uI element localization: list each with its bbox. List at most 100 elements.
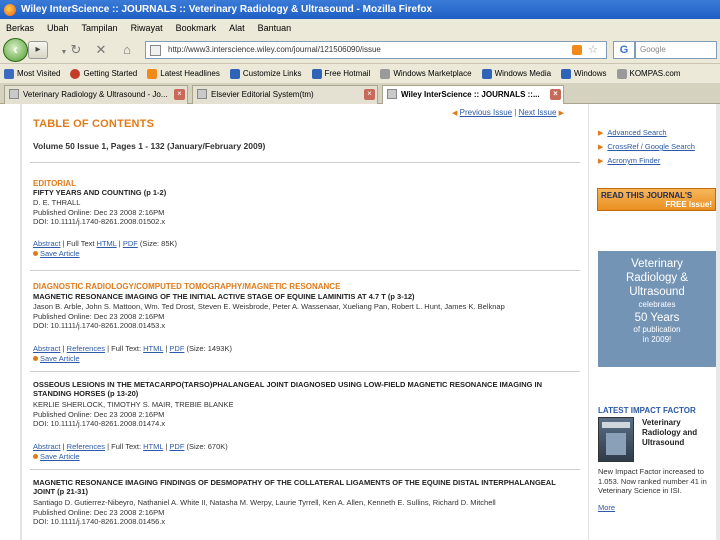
stop-button[interactable]: ✕: [91, 41, 111, 59]
page-icon: [380, 68, 391, 79]
bookmark-latest-headlines[interactable]: Latest Headlines: [147, 68, 220, 79]
save-article-link[interactable]: Save Article: [33, 452, 80, 461]
site-identity-icon[interactable]: [150, 45, 161, 56]
menu-item-alat[interactable]: Alat: [229, 23, 245, 33]
article-published-date: Published Online: Dec 23 2008 2:16PM: [33, 311, 165, 321]
article-title-text: FIFTY YEARS AND COUNTING (p 1-2): [33, 188, 167, 197]
link-separator: |: [62, 344, 65, 353]
home-button[interactable]: ⌂: [117, 41, 137, 59]
search-input[interactable]: Google: [635, 41, 717, 59]
window-title: Wiley InterScience :: JOURNALS :: Veteri…: [21, 4, 433, 15]
pdf-link[interactable]: PDF: [169, 344, 184, 353]
article-authors: D. E. THRALL: [33, 198, 81, 207]
close-tab-icon[interactable]: ×: [550, 89, 561, 100]
rss-feed-icon[interactable]: [572, 45, 582, 55]
search-engine-selector[interactable]: G: [613, 41, 635, 59]
pdf-link[interactable]: PDF: [123, 239, 138, 248]
article-divider: [30, 469, 580, 470]
html-link[interactable]: HTML: [97, 239, 117, 248]
address-bar[interactable]: http://www3.interscience.wiley.com/journ…: [145, 41, 607, 59]
article-doi: DOI: 10.1111/j.1740-8261.2008.01453.x: [33, 321, 166, 330]
article-title[interactable]: MAGNETIC RESONANCE IMAGING FINDINGS OF D…: [33, 478, 573, 496]
page-icon: [616, 68, 627, 79]
article-published-date: Published Online: Dec 23 2008 2:16PM: [33, 409, 165, 419]
save-article-label: Save Article: [40, 354, 80, 363]
bookmark-getting-started[interactable]: Getting Started: [70, 68, 138, 79]
abstract-link[interactable]: Abstract: [33, 442, 61, 451]
advanced-search-link[interactable]: ▶ Advanced Search: [598, 128, 667, 137]
ad-line-7: in 2009!: [642, 335, 672, 344]
article-doi: DOI: 10.1111/j.1740-8261.2008.01474.x: [33, 419, 166, 428]
menu-item-bantuan[interactable]: Bantuan: [258, 23, 292, 33]
free-issue-banner[interactable]: READ THIS JOURNAL'S FREE Issue!: [597, 188, 716, 211]
next-issue-link[interactable]: Next Issue: [519, 108, 557, 117]
article-links: Abstract | Full Text HTML | PDF (Size: 8…: [33, 239, 177, 248]
reload-button[interactable]: ↻: [66, 41, 86, 59]
menu-item-tampilan[interactable]: Tampilan: [82, 23, 118, 33]
tab-wiley-interscience[interactable]: Wiley InterScience :: JOURNALS ::... ×: [382, 85, 564, 105]
bookmark-windows-marketplace[interactable]: Windows Marketplace: [380, 68, 472, 79]
article-meta: Santiago D. Gutierrez-Nibeyro, Nathaniel…: [33, 498, 496, 527]
msn-icon: [311, 68, 322, 79]
back-button[interactable]: ‹: [3, 38, 28, 62]
bullet-arrow-icon: ▶: [598, 130, 604, 137]
bookmark-windows[interactable]: Windows: [561, 68, 607, 79]
impact-journal-name: Veterinary Radiology and Ultrasound: [642, 418, 698, 447]
bookmark-label: Getting Started: [83, 69, 138, 78]
bookmark-free-hotmail[interactable]: Free Hotmail: [311, 68, 370, 79]
close-tab-icon[interactable]: ×: [174, 89, 185, 100]
anniversary-ad[interactable]: Veterinary Radiology & Ultrasound celebr…: [598, 251, 716, 367]
pdf-size: (Size: 1493K): [186, 344, 232, 353]
pdf-link[interactable]: PDF: [169, 442, 184, 451]
crossref-google-search-link[interactable]: ▶ CrossRef / Google Search: [598, 142, 695, 151]
article-authors: Santiago D. Gutierrez-Nibeyro, Nathaniel…: [33, 498, 496, 507]
impact-factor-text: New Impact Factor increased to 1.053. No…: [598, 467, 707, 495]
close-tab-icon[interactable]: ×: [364, 89, 375, 100]
bookmark-customize-links[interactable]: Customize Links: [229, 68, 302, 79]
next-arrow-icon: ▶: [558, 110, 565, 117]
menu-item-ubah[interactable]: Ubah: [47, 23, 69, 33]
link-separator: |: [107, 442, 110, 451]
abstract-link[interactable]: Abstract: [33, 344, 61, 353]
save-article-link[interactable]: Save Article: [33, 354, 80, 363]
article-title-text: OSSEOUS LESIONS IN THE METACARPO(TARSO)P…: [33, 380, 543, 398]
menu-item-riwayat[interactable]: Riwayat: [131, 23, 163, 33]
forward-button[interactable]: ▸: [28, 41, 48, 59]
html-link[interactable]: HTML: [143, 442, 163, 451]
bookmark-label: Customize Links: [242, 69, 302, 78]
abstract-link[interactable]: Abstract: [33, 239, 61, 248]
bookmark-windows-media[interactable]: Windows Media: [481, 68, 551, 79]
cover-title-band: [602, 422, 630, 428]
bookmark-most-visited[interactable]: Most Visited: [4, 68, 60, 79]
article-meta: D. E. THRALL Published Online: Dec 23 20…: [33, 198, 165, 227]
save-article-link[interactable]: Save Article: [33, 249, 80, 258]
bullet-arrow-icon: ▶: [598, 158, 604, 165]
references-link[interactable]: References: [67, 442, 105, 451]
scrollbar[interactable]: [716, 104, 720, 540]
article-title[interactable]: FIFTY YEARS AND COUNTING (p 1-2): [33, 188, 573, 197]
article-title[interactable]: OSSEOUS LESIONS IN THE METACARPO(TARSO)P…: [33, 380, 573, 398]
bookmark-star-icon[interactable]: ☆: [588, 42, 598, 58]
column-divider: [588, 104, 589, 540]
journal-cover-image[interactable]: [598, 417, 634, 462]
home-icon: ⌂: [123, 42, 131, 57]
tab-elsevier-editorial[interactable]: Elsevier Editorial System(tm) ×: [192, 85, 378, 104]
bookmark-label: Latest Headlines: [160, 69, 220, 78]
more-link[interactable]: More: [598, 503, 615, 512]
references-link[interactable]: References: [67, 344, 105, 353]
back-arrow-icon: ‹: [13, 41, 18, 58]
sidebar-link-label: Advanced Search: [607, 128, 667, 137]
bookmark-kompas[interactable]: KOMPAS.com: [616, 68, 680, 79]
article-meta: KERLIE SHERLOCK, TIMOTHY S. MAIR, TREBIE…: [33, 400, 233, 429]
acronym-finder-link[interactable]: ▶ Acronym Finder: [598, 156, 660, 165]
full-text-label: Full Text: [66, 239, 95, 248]
previous-issue-link[interactable]: Previous Issue: [460, 108, 512, 117]
menu-item-bookmark[interactable]: Bookmark: [176, 23, 217, 33]
msn-icon: [481, 68, 492, 79]
window-titlebar: Wiley InterScience :: JOURNALS :: Veteri…: [0, 0, 720, 19]
article-title[interactable]: MAGNETIC RESONANCE IMAGING OF THE INITIA…: [33, 292, 573, 301]
html-link[interactable]: HTML: [143, 344, 163, 353]
tab-veterinary-radiology[interactable]: Veterinary Radiology & Ultrasound - Jo..…: [4, 85, 188, 104]
bookmark-label: Windows Marketplace: [393, 69, 472, 78]
menu-item-berkas[interactable]: Berkas: [6, 23, 34, 33]
